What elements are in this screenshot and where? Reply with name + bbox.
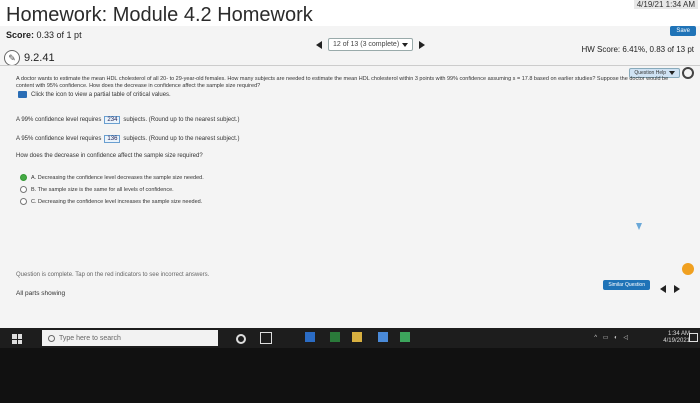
tray-clock[interactable]: 1:34 AM 4/19/2021: [663, 331, 690, 345]
question-prompt: How does the decrease in confidence affe…: [16, 153, 203, 159]
mail-icon[interactable]: [378, 332, 388, 342]
tray-icons[interactable]: ^ ▭ ◐ ◁: [594, 334, 630, 341]
score-label: Score:: [6, 30, 35, 40]
hint-row[interactable]: Click the icon to view a partial table o…: [18, 91, 171, 98]
question-progress-dropdown[interactable]: 12 of 13 (3 complete): [328, 38, 414, 51]
tray-date: 4/19/2021: [663, 338, 690, 344]
score-row: Score: 0.33 of 1 pt: [6, 30, 82, 40]
page-title: Homework: Module 4.2 Homework: [6, 4, 313, 26]
answer-95-prefix: A 95% confidence level requires: [16, 136, 102, 142]
next-arrow-icon[interactable]: [682, 263, 694, 275]
file-explorer-icon[interactable]: [352, 332, 362, 342]
answer-99-value[interactable]: 234: [104, 116, 121, 124]
search-placeholder: Type here to search: [59, 334, 121, 342]
taskbar-search[interactable]: Type here to search: [42, 330, 218, 346]
taskbar-strip: Type here to search ^ ▭ ◐ ◁ 1:34 AM 4/19…: [0, 328, 700, 348]
hw-score-label: HW Score:: [581, 45, 621, 54]
hw-score: HW Score: 6.41%, 0.83 of 13 pt: [581, 45, 694, 54]
word-app-icon[interactable]: [305, 332, 315, 342]
chevron-down-icon: [669, 71, 675, 75]
pager: [660, 285, 680, 293]
progress-text: 12 of 13 (3 complete): [333, 41, 400, 48]
gear-icon[interactable]: [682, 67, 694, 79]
answer-95-value[interactable]: 136: [104, 135, 121, 143]
prompt-text: How does the decrease in confidence affe…: [16, 153, 203, 159]
option-c-text: C. Decreasing the confidence level incre…: [31, 198, 203, 205]
table-icon[interactable]: [18, 91, 27, 98]
question-number: 9.2.41: [24, 52, 55, 64]
excel-app-icon[interactable]: [330, 332, 340, 342]
cortana-icon[interactable]: [236, 334, 246, 344]
top-clock: 4/19/21 1:34 AM: [633, 0, 698, 9]
previous-question-icon[interactable]: [316, 40, 322, 49]
notification-icon[interactable]: [689, 333, 698, 342]
answer-99-prefix: A 99% confidence level requires: [16, 117, 102, 123]
radio-selected-icon[interactable]: [20, 174, 27, 181]
option-a-text: A. Decreasing the confidence level decre…: [31, 174, 204, 181]
answer-line-95: A 95% confidence level requires 136 subj…: [16, 135, 239, 143]
save-button[interactable]: Save: [670, 26, 696, 36]
problem-text: A doctor wants to estimate the mean HDL …: [16, 76, 669, 89]
hw-score-value: 6.41%, 0.83 of 13 pt: [622, 45, 694, 54]
answer-line-99: A 99% confidence level requires 234 subj…: [16, 116, 239, 124]
title-bar: Homework: Module 4.2 Homework 4/19/21 1:…: [0, 0, 700, 26]
next-question-icon[interactable]: [419, 40, 426, 49]
hint-text: Click the icon to view a partial table o…: [31, 91, 171, 98]
answer-95-suffix: subjects. (Round up to the nearest subje…: [123, 136, 240, 142]
divider: [0, 65, 700, 66]
option-a[interactable]: A. Decreasing the confidence level decre…: [20, 174, 204, 181]
tray-time: 1:34 AM: [667, 331, 690, 337]
previous-icon[interactable]: [660, 285, 666, 293]
radio-icon[interactable]: [20, 186, 27, 193]
search-icon: [48, 334, 55, 342]
parts-showing: All parts showing: [16, 290, 66, 297]
question-id: ✎ 9.2.41: [4, 50, 55, 66]
chrome-icon[interactable]: [400, 332, 410, 342]
similar-question-button[interactable]: Similar Question: [603, 280, 650, 290]
radio-icon[interactable]: [20, 198, 27, 205]
answer-99-suffix: subjects. (Round up to the nearest subje…: [123, 117, 240, 123]
option-b[interactable]: B. The sample size is the same for all l…: [20, 186, 174, 193]
taskbar: Type here to search ^ ▭ ◐ ◁ 1:34 AM 4/19…: [0, 328, 700, 403]
option-c[interactable]: C. Decreasing the confidence level incre…: [20, 198, 202, 205]
partial-credit-icon: ✎: [4, 50, 20, 66]
browser-content: Homework: Module 4.2 Homework 4/19/21 1:…: [0, 0, 700, 328]
windows-start-icon[interactable]: [12, 334, 22, 344]
cursor-icon: [636, 223, 642, 230]
task-view-icon[interactable]: [260, 332, 272, 344]
next-icon[interactable]: [674, 285, 680, 293]
question-navigator: 12 of 13 (3 complete): [316, 38, 426, 51]
chevron-down-icon: [402, 42, 409, 47]
option-b-text: B. The sample size is the same for all l…: [31, 186, 174, 193]
completion-note: Question is complete. Tap on the red ind…: [16, 272, 210, 278]
score-value: 0.33 of 1 pt: [36, 30, 82, 40]
